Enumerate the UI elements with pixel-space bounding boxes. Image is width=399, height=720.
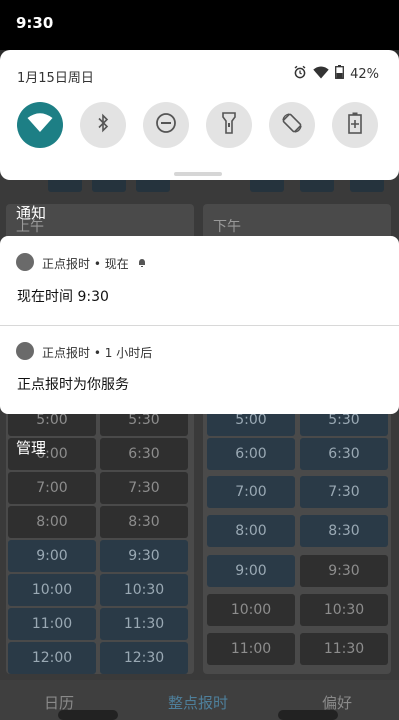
slot-button[interactable]: 8:30	[100, 506, 188, 538]
notification-item[interactable]: 正点报时 • 1 小时后 正点报时为你服务	[0, 326, 399, 414]
wifi-icon	[27, 113, 53, 137]
do-not-disturb-tile[interactable]	[143, 102, 189, 148]
alarm-clock-icon	[16, 253, 34, 271]
notification-app-name: 正点报时	[42, 257, 91, 271]
notification-item[interactable]: 正点报时 • 现在 现在时间 9:30	[0, 236, 399, 325]
slot-button[interactable]: 10:00	[8, 574, 96, 606]
flashlight-tile[interactable]	[206, 102, 252, 148]
afternoon-header: 下午	[213, 219, 241, 235]
slot-button[interactable]: 11:00	[207, 633, 295, 665]
status-bar: 9:30	[0, 0, 399, 50]
separator-dot: •	[93, 257, 105, 271]
slot-button[interactable]: 7:00	[8, 472, 96, 504]
battery-percent: 42%	[350, 66, 379, 82]
notification-card: 正点报时 • 现在 现在时间 9:30 正点报时 • 1 小时后 正点报时为你服…	[0, 236, 399, 414]
slot-button[interactable]: 6:00	[207, 438, 295, 470]
status-time: 9:30	[16, 14, 54, 32]
battery-icon	[335, 65, 345, 83]
status-icons: 42%	[293, 65, 379, 83]
slot-button[interactable]: 11:30	[100, 608, 188, 640]
notifications-section-label: 通知	[16, 204, 47, 222]
slot-button[interactable]: 8:30	[300, 515, 388, 547]
wifi-icon	[313, 66, 329, 83]
slot-button[interactable]: 10:00	[207, 594, 295, 626]
quick-tiles	[17, 102, 382, 150]
slot-button[interactable]: 7:00	[207, 476, 295, 508]
slot-button[interactable]: 11:30	[300, 633, 388, 665]
slot-button[interactable]: 6:30	[300, 438, 388, 470]
notification-time: 1 小时后	[104, 346, 153, 360]
do-not-disturb-icon	[155, 112, 177, 138]
slot-button[interactable]: 10:30	[100, 574, 188, 606]
notification-text: 正点报时为你服务	[17, 377, 129, 393]
slot-button[interactable]: 12:30	[100, 642, 188, 674]
tab-hourly-chime[interactable]: 整点报时	[168, 692, 228, 713]
notification-meta: 正点报时 • 现在	[42, 255, 147, 272]
battery-saver-icon	[348, 112, 362, 138]
alarm-icon	[293, 65, 307, 83]
slot-button[interactable]: 9:00	[207, 555, 295, 587]
slot-button[interactable]: 9:30	[100, 540, 188, 572]
separator-dot: •	[93, 346, 105, 360]
slot-button[interactable]: 8:00	[8, 506, 96, 538]
slot-button[interactable]: 10:30	[300, 594, 388, 626]
slot-button[interactable]: 7:30	[100, 472, 188, 504]
notification-time: 现在	[104, 257, 129, 271]
slot-button[interactable]: 11:00	[8, 608, 96, 640]
drag-handle[interactable]	[174, 172, 222, 176]
date-label[interactable]: 1月15日周日	[17, 67, 94, 86]
slot-button[interactable]: 7:30	[300, 476, 388, 508]
manage-section-label[interactable]: 管理	[16, 437, 46, 458]
slot-button[interactable]: 8:00	[207, 515, 295, 547]
bluetooth-tile[interactable]	[80, 102, 126, 148]
notification-text: 现在时间 9:30	[17, 289, 109, 305]
quick-settings-panel: 1月15日周日 42%	[0, 50, 399, 180]
nav-handle	[58, 710, 118, 720]
slot-button[interactable]: 12:00	[8, 642, 96, 674]
notification-meta: 正点报时 • 1 小时后	[42, 344, 152, 361]
auto-rotate-icon	[281, 112, 303, 138]
bell-icon	[137, 257, 147, 271]
notification-app-name: 正点报时	[42, 346, 91, 360]
battery-saver-tile[interactable]	[332, 102, 378, 148]
slot-button[interactable]: 9:00	[8, 540, 96, 572]
wifi-tile[interactable]	[17, 102, 63, 148]
slot-button[interactable]: 9:30	[300, 555, 388, 587]
flashlight-icon	[222, 112, 236, 138]
bluetooth-icon	[96, 113, 110, 137]
nav-handle	[278, 710, 338, 720]
alarm-clock-icon	[16, 342, 34, 360]
slot-button[interactable]: 6:30	[100, 438, 188, 470]
auto-rotate-tile[interactable]	[269, 102, 315, 148]
